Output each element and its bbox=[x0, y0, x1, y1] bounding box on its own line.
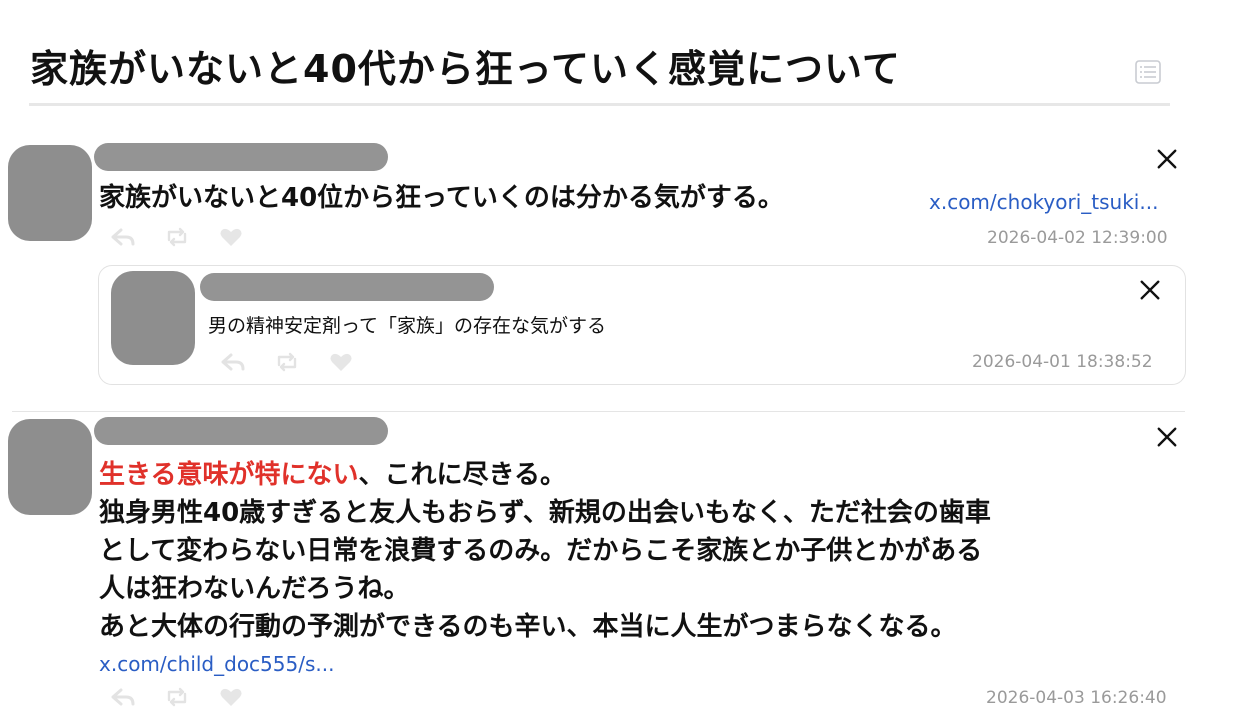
like-icon[interactable] bbox=[218, 226, 244, 248]
post-line: として変わらない日常を浪費するのみ。だからこそ家族とか子供とかがある bbox=[99, 536, 983, 566]
retweet-icon[interactable] bbox=[164, 686, 190, 708]
highlight-text: 生きる意味が特にない bbox=[99, 460, 359, 490]
post-divider bbox=[12, 411, 1185, 412]
page-title: 家族がいないと40代から狂っていく感覚について bbox=[30, 47, 901, 91]
post-body: 家族がいないと40位から狂っていくのは分かる気がする。 bbox=[99, 183, 784, 213]
reply-icon[interactable] bbox=[110, 226, 136, 248]
post-actions bbox=[110, 686, 244, 708]
quoted-actions bbox=[220, 351, 354, 373]
list-icon[interactable] bbox=[1135, 60, 1161, 84]
post-date: 2026-04-03 16:26:40 bbox=[986, 688, 1167, 708]
redacted-username[interactable] bbox=[94, 143, 388, 171]
reply-icon[interactable] bbox=[220, 351, 246, 373]
redacted-username[interactable] bbox=[94, 417, 388, 445]
x-logo-icon[interactable] bbox=[1156, 148, 1178, 170]
title-underline bbox=[29, 103, 1170, 106]
post-lead-line: 生きる意味が特にない、これに尽きる。 bbox=[99, 456, 991, 494]
post-actions bbox=[110, 226, 244, 248]
lead-rest-text: 、これに尽きる。 bbox=[358, 460, 566, 490]
post-link[interactable]: x.com/chokyori_tsuki... bbox=[929, 189, 1158, 215]
quoted-text: 男の精神安定剤って「家族」の存在な気がする bbox=[208, 315, 607, 337]
x-logo-icon[interactable] bbox=[1139, 279, 1161, 301]
avatar[interactable] bbox=[8, 419, 92, 515]
avatar[interactable] bbox=[8, 145, 92, 241]
x-logo-icon[interactable] bbox=[1156, 426, 1178, 448]
post-line: 独身男性40歳すぎると友人もおらず、新規の出会いもなく、ただ社会の歯車 bbox=[99, 498, 991, 528]
post-line: 人は狂わないんだろうね。 bbox=[99, 574, 410, 604]
quoted-date: 2026-04-01 18:38:52 bbox=[972, 352, 1153, 372]
post-text: 生きる意味が特にない、これに尽きる。 独身男性40歳すぎると友人もおらず、新規の… bbox=[99, 456, 991, 646]
retweet-icon[interactable] bbox=[274, 351, 300, 373]
retweet-icon[interactable] bbox=[164, 226, 190, 248]
like-icon[interactable] bbox=[328, 351, 354, 373]
reply-icon[interactable] bbox=[110, 686, 136, 708]
post-text: 家族がいないと40位から狂っていくのは分かる気がする。 bbox=[99, 180, 784, 216]
quoted-avatar[interactable] bbox=[111, 271, 195, 365]
quoted-redacted-username[interactable] bbox=[200, 273, 494, 301]
like-icon[interactable] bbox=[218, 686, 244, 708]
post-line: あと大体の行動の予測ができるのも辛い、本当に人生がつまらなくなる。 bbox=[99, 612, 957, 642]
post-link[interactable]: x.com/child_doc555/s... bbox=[99, 651, 334, 677]
post-date: 2026-04-02 12:39:00 bbox=[987, 228, 1168, 248]
